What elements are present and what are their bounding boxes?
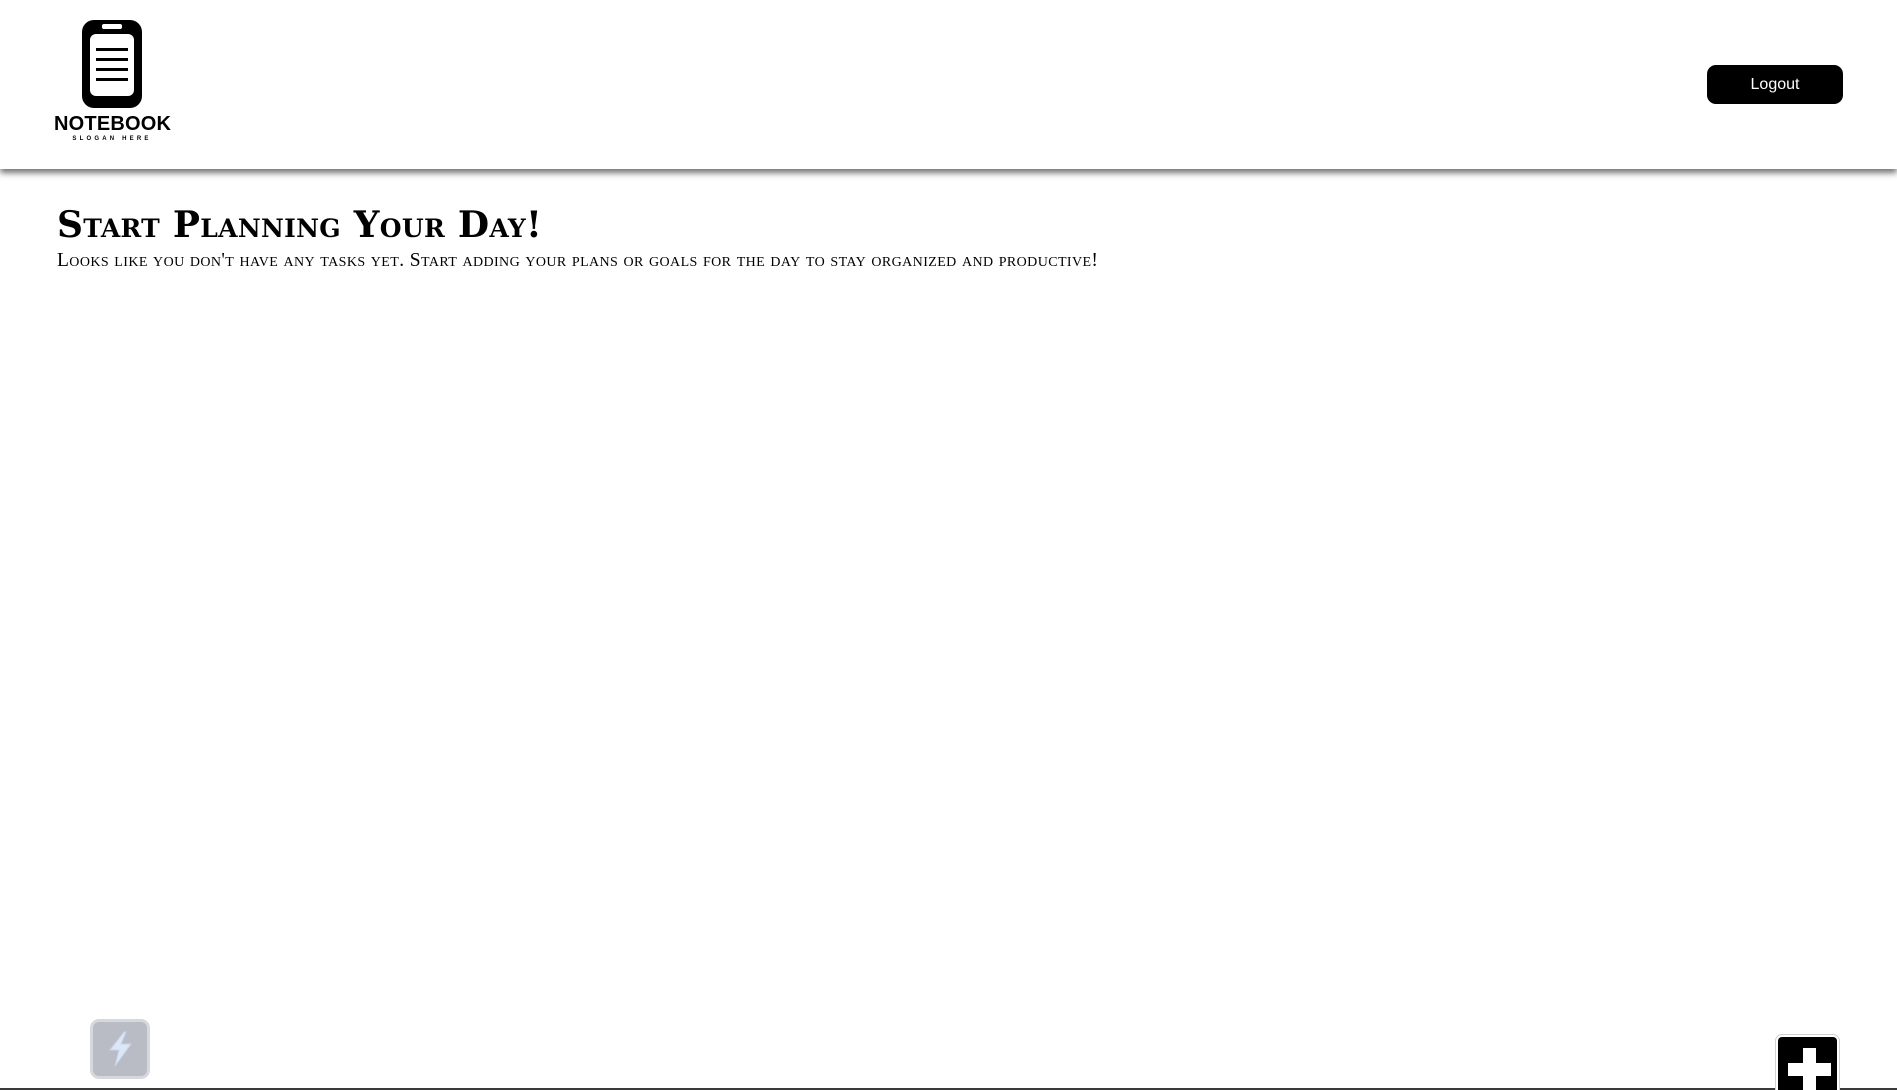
logo-title: NOTEBOOK (54, 113, 172, 135)
logo[interactable]: NOTEBOOK SLOGAN HERE (54, 18, 172, 146)
logout-button[interactable]: Logout (1707, 65, 1843, 104)
notebook-icon (82, 20, 142, 108)
lightning-icon (108, 1031, 132, 1067)
main-content: Start Planning Your Day! Looks like you … (57, 200, 1857, 272)
app-header: NOTEBOOK SLOGAN HERE Logout (0, 0, 1897, 169)
add-task-button[interactable] (1776, 1035, 1839, 1090)
floating-widget-button[interactable] (90, 1019, 150, 1079)
plus-icon (1788, 1048, 1831, 1090)
logo-slogan: SLOGAN HERE (72, 136, 152, 142)
empty-state-message: Looks like you don't have any tasks yet.… (57, 250, 1099, 271)
page-title: Start Planning Your Day! (57, 204, 543, 246)
